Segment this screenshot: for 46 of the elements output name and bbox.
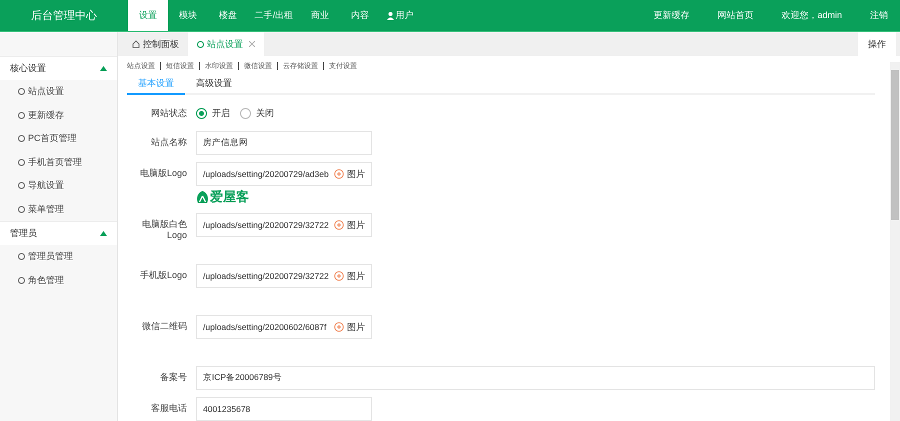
upload-field[interactable]: /uploads/setting/20200729/ad3eb 图片 <box>196 162 372 186</box>
sidebar-item[interactable]: 导航设置 <box>0 174 117 198</box>
upload-field[interactable]: /uploads/setting/20200729/32722 图片 <box>196 264 372 288</box>
text-field[interactable]: 京ICP备20006789号 <box>196 366 875 390</box>
field-label: 微信二维码 <box>141 320 188 332</box>
radio-option[interactable]: 关闭 <box>240 106 274 120</box>
field-label: 电脑版白色Logo <box>141 218 188 241</box>
image-button[interactable]: 图片 <box>334 320 371 334</box>
brand-title: 后台管理中心 <box>30 8 98 24</box>
plus-icon <box>334 322 344 332</box>
scrollbar[interactable] <box>890 62 900 421</box>
field-label: 手机版Logo <box>138 269 188 281</box>
sidebar-group[interactable]: 管理员 <box>0 221 117 245</box>
upload-field[interactable]: /uploads/setting/20200729/32722 图片 <box>196 213 372 237</box>
field-label: 客服电话 <box>150 402 188 414</box>
sidebar-item[interactable]: 管理员管理 <box>0 245 117 268</box>
field-label: 网站状态 <box>150 107 188 119</box>
image-button[interactable]: 图片 <box>334 270 371 282</box>
text-field[interactable]: 房产信息网 <box>196 131 372 155</box>
field-label: 备案号 <box>158 371 188 383</box>
logo-preview: 爱屋客 <box>196 188 249 206</box>
close-icon[interactable] <box>249 41 255 47</box>
sidebar-item[interactable]: 更新缓存 <box>0 104 117 127</box>
sidebar-item[interactable]: 站点设置 <box>0 80 117 104</box>
page-tab[interactable]: 控制面板 <box>123 32 188 56</box>
home-icon <box>132 40 140 48</box>
settings-tab[interactable]: 高级设置 <box>185 73 243 95</box>
field-label: 站点名称 <box>150 136 188 148</box>
image-button[interactable]: 图片 <box>334 218 371 232</box>
upload-field[interactable]: /uploads/setting/20200602/6087f 图片 <box>196 315 372 339</box>
sidebar-item[interactable]: 菜单管理 <box>0 198 117 221</box>
plus-icon <box>334 169 344 179</box>
plus-icon <box>334 271 344 281</box>
leaf-icon <box>196 191 209 203</box>
sidebar-item[interactable]: 手机首页管理 <box>0 150 117 174</box>
sidebar-item[interactable]: 角色管理 <box>0 268 117 292</box>
actions-menu[interactable]: 操作 <box>858 32 896 56</box>
user-icon <box>386 12 394 20</box>
text-field[interactable]: 4001235678 <box>196 397 372 421</box>
radio-option[interactable]: 开启 <box>196 106 230 120</box>
sidebar-item[interactable]: PC首页管理 <box>0 127 117 150</box>
field-label: 电脑版Logo <box>138 167 188 179</box>
image-button[interactable]: 图片 <box>334 168 371 180</box>
circle-icon <box>197 40 204 48</box>
plus-icon <box>334 220 344 230</box>
sidebar-group[interactable]: 核心设置 <box>0 56 117 80</box>
